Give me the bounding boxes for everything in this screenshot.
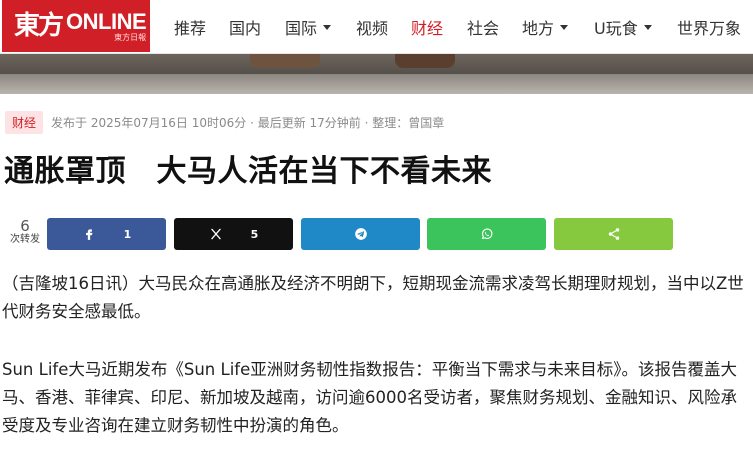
nav-item-video[interactable]: 视频 — [356, 15, 388, 39]
nav-item-finance[interactable]: 财经 — [411, 15, 443, 39]
article-meta: 财经 发布于 2025年07月16日 10时06分 · 最后更新 17分钟前 ·… — [5, 110, 444, 134]
chevron-down-icon — [323, 24, 332, 30]
share-count: 6 次转发 — [10, 217, 40, 245]
article-paragraph: Sun Life大马近期发布《Sun Life亚洲财务韧性指数报告：平衡当下需求… — [2, 360, 737, 435]
facebook-share-button[interactable]: 1 — [47, 218, 166, 250]
share-button[interactable] — [554, 218, 673, 250]
logo-subtitle: 東方日報 — [114, 32, 147, 42]
telegram-icon — [354, 228, 367, 240]
nav-item-world[interactable]: 世界万象 — [677, 15, 741, 39]
share-bar: 6 次转发 1 5 — [0, 218, 753, 250]
whatsapp-share-button[interactable] — [427, 218, 546, 250]
article-hero-image — [0, 54, 753, 94]
category-badge[interactable]: 财经 — [5, 110, 44, 134]
logo-wordmark: ONLINE — [66, 8, 147, 34]
share-icon — [608, 228, 619, 240]
top-navbar: 東方 ONLINE 東方日報 推荐 国内 国际 视频 财经 社会 地方 U玩食 … — [0, 0, 753, 54]
nav-item-u-food[interactable]: U玩食 — [594, 15, 652, 39]
facebook-share-count: 1 — [123, 227, 132, 241]
article-title: 通胀罩顶 大马人活在当下不看未来 — [4, 154, 492, 189]
nav-item-domestic[interactable]: 国内 — [229, 15, 261, 39]
nav-item-recommend[interactable]: 推荐 — [174, 15, 206, 39]
site-logo[interactable]: 東方 ONLINE 東方日報 — [2, 0, 150, 52]
whatsapp-icon — [481, 228, 492, 240]
facebook-icon — [85, 229, 93, 240]
chevron-down-icon — [643, 24, 652, 30]
publish-info: 发布于 2025年07月16日 10时06分 · 最后更新 17分钟前 · 整理… — [51, 115, 445, 130]
nav-item-local[interactable]: 地方 — [522, 15, 569, 39]
x-icon — [210, 228, 221, 240]
nav-item-international[interactable]: 国际 — [285, 15, 332, 39]
logo-mark: 東方 — [14, 11, 64, 41]
x-share-count: 5 — [250, 227, 259, 241]
telegram-share-button[interactable] — [301, 218, 420, 250]
x-share-button[interactable]: 5 — [174, 218, 293, 250]
chevron-down-icon — [560, 24, 569, 30]
nav-item-society[interactable]: 社会 — [467, 15, 499, 39]
article-paragraph: （吉隆坡16日讯）大马民众在高通胀及经济不明朗下，短期现金流需求凌驾长期理财规划… — [2, 274, 744, 321]
